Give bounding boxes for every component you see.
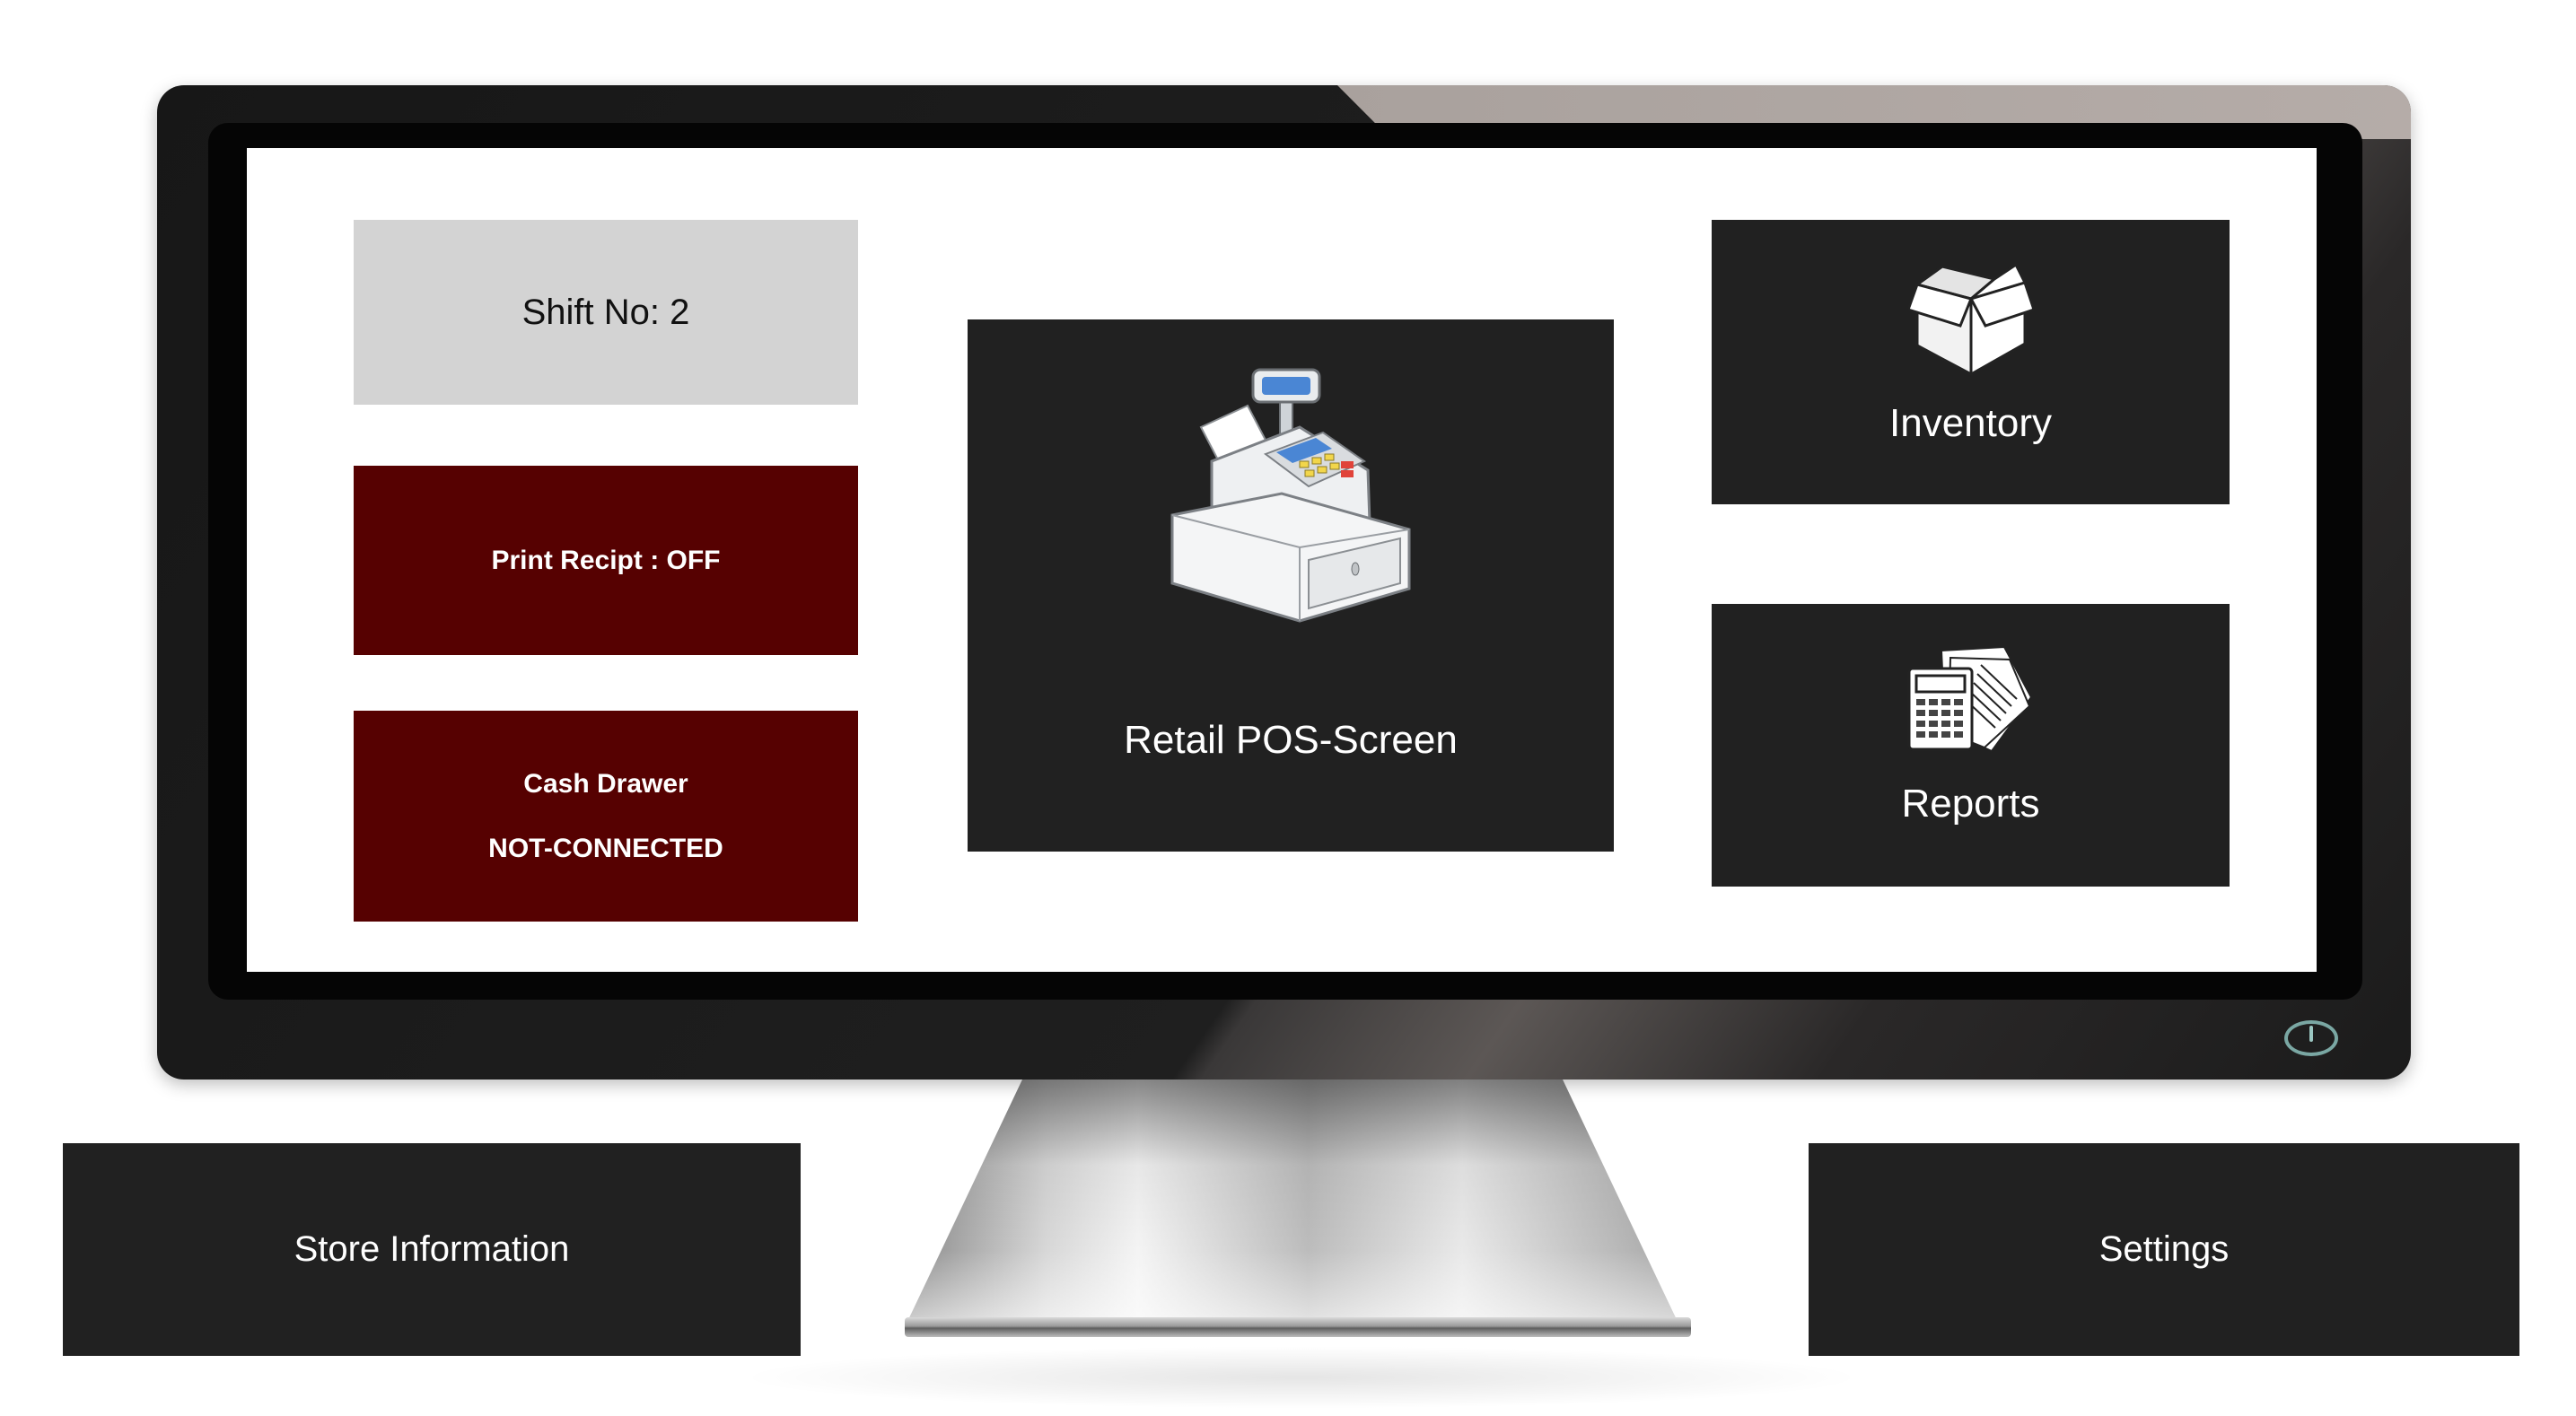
shift-number-box: Shift No: 2 bbox=[354, 220, 858, 405]
cash-register-icon bbox=[1165, 363, 1416, 623]
print-receipt-label: Print Recipt : OFF bbox=[491, 545, 721, 575]
settings-button[interactable]: Settings bbox=[1809, 1143, 2519, 1356]
store-information-label: Store Information bbox=[294, 1229, 570, 1269]
settings-label: Settings bbox=[2098, 1229, 2230, 1269]
cash-drawer-status-button[interactable]: Cash Drawer NOT-CONNECTED bbox=[354, 711, 858, 922]
retail-pos-screen-button[interactable]: Retail POS-Screen bbox=[968, 319, 1614, 852]
stand-shadow bbox=[736, 1346, 1867, 1409]
shift-number-label: Shift No: 2 bbox=[521, 292, 690, 332]
reports-button[interactable]: Reports bbox=[1712, 604, 2230, 887]
reports-label: Reports bbox=[1901, 782, 2040, 826]
inventory-label: Inventory bbox=[1889, 401, 2052, 445]
cash-drawer-title: Cash Drawer bbox=[523, 768, 688, 799]
inventory-button[interactable]: Inventory bbox=[1712, 220, 2230, 504]
store-information-button[interactable]: Store Information bbox=[63, 1143, 801, 1356]
cash-drawer-status: NOT-CONNECTED bbox=[488, 833, 723, 863]
monitor-stand-base bbox=[905, 1317, 1691, 1337]
retail-pos-screen-label: Retail POS-Screen bbox=[1124, 718, 1458, 762]
monitor-stand-shade bbox=[907, 1079, 1678, 1324]
pos-home-screen: Shift No: 2 Print Recipt : OFF Cash Draw… bbox=[0, 0, 2576, 1416]
power-icon bbox=[2284, 1020, 2338, 1056]
calculator-reports-icon bbox=[1906, 647, 2037, 755]
box-icon bbox=[1907, 263, 2034, 380]
print-receipt-toggle[interactable]: Print Recipt : OFF bbox=[354, 466, 858, 655]
